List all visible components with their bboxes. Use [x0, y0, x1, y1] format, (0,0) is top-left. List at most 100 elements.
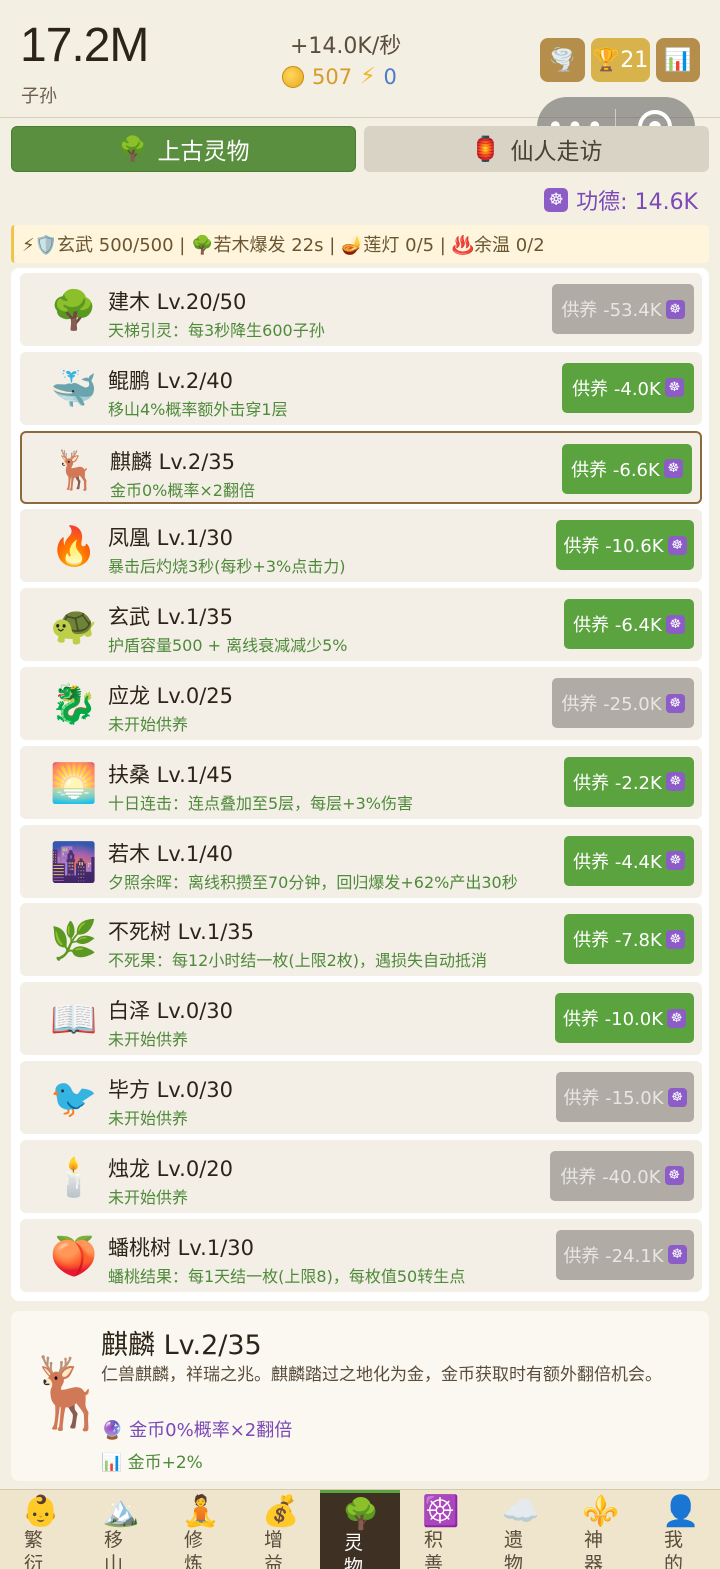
candle-icon: 🕯️: [50, 1154, 98, 1199]
spirit-row[interactable]: 🌳 建木 Lv.20/50 天梯引灵：每3秒降生600子孙 供养 -53.4K ☸: [20, 273, 702, 346]
nav-label: 繁衍: [24, 1529, 44, 1569]
offer-button[interactable]: 供养 -4.0K ☸: [562, 362, 694, 413]
offer-button[interactable]: 供养 -6.4K ☸: [564, 599, 694, 650]
offer-cost: 供养 -4.0K: [572, 378, 661, 400]
nav-item-2[interactable]: 🧘 修炼: [160, 1490, 240, 1569]
spirit-effect: 十日连击：连点叠加至5层，每层+3%伤害: [108, 793, 413, 813]
spirit-effect: 移山4%概率额外击穿1层: [108, 399, 288, 419]
offer-cost: 供养 -6.6K: [571, 459, 660, 481]
tab-immortal-visit[interactable]: 🏮 仙人走访: [364, 126, 709, 172]
spirit-row[interactable]: 🌆 若木 Lv.1/40 夕照余晖：离线积攒至70分钟，回归爆发+62%产出30秒 供…: [20, 824, 702, 898]
descendants-total: 17.2M: [20, 19, 149, 72]
spirit-effect: 护盾容量500 + 离线衰减减少5%: [108, 636, 348, 656]
nav-label: 积善: [424, 1529, 444, 1569]
tree-icon: 🌳: [342, 1497, 380, 1532]
nav-label: 遗物: [504, 1529, 524, 1569]
nav-label: 修炼: [184, 1529, 204, 1569]
nav-item-8[interactable]: 👤 我的: [640, 1490, 720, 1569]
offer-button[interactable]: 供养 -53.4K ☸: [552, 284, 694, 334]
dharma-wheel-icon: ☸: [664, 378, 684, 398]
offer-button[interactable]: 供养 -7.8K ☸: [564, 914, 694, 965]
spirit-row[interactable]: 🍑 蟠桃树 Lv.1/30 蟠桃结果：每1天结一枚(上限8)，每枚值50转生点 供养 …: [20, 1218, 702, 1292]
offer-button[interactable]: 供养 -6.6K ☸: [562, 443, 692, 494]
dharma-wheel-icon: ☸: [667, 1008, 687, 1028]
dragon-icon: 🐉: [50, 682, 98, 726]
dharma-wheel-icon: ☸: [665, 614, 685, 634]
coin-count: 507: [312, 64, 353, 89]
merit-counter: ☸ 功德: 14.6K: [544, 184, 698, 216]
nav-item-7[interactable]: ⚜️ 神器: [560, 1490, 640, 1569]
offer-cost: 供养 -10.6K: [563, 536, 664, 558]
spirit-row[interactable]: 🌅 扶桑 Lv.1/45 十日连击：连点叠加至5层，每层+3%伤害 供养 -2.2K ☸: [20, 745, 702, 819]
book-icon: 📖: [50, 997, 98, 1042]
dharma-wheel-icon: ☸: [665, 299, 685, 319]
spirit-name: 扶桑 Lv.1/45: [108, 762, 234, 787]
nav-item-0[interactable]: 👶 繁衍: [0, 1490, 80, 1569]
tab-label: 仙人走访: [510, 139, 603, 165]
fire-icon: 🔥: [50, 524, 98, 569]
spirit-effect: 不死果：每12小时结一枚(上限2枚)，遇损失自动抵消: [108, 951, 488, 971]
offer-button[interactable]: 供养 -25.0K ☸: [552, 678, 694, 728]
nav-item-6[interactable]: ☁️ 遗物: [480, 1490, 560, 1569]
spirit-row[interactable]: 🦌 麒麟 Lv.2/35 金币0%概率×2翻倍 供养 -6.6K ☸: [20, 430, 702, 504]
bar-chart-icon: 📊: [664, 47, 692, 73]
tornado-button[interactable]: 🌪️: [540, 38, 585, 82]
trophy-icon: 🏆: [592, 47, 621, 73]
trophy-button[interactable]: 🏆 21: [591, 38, 650, 82]
offer-button[interactable]: 供养 -15.0K ☸: [556, 1072, 694, 1122]
spirit-row[interactable]: 🐳 鲲鹏 Lv.2/40 移山4%概率额外击穿1层 供养 -4.0K ☸: [20, 351, 702, 425]
spirit-row[interactable]: 🕯️ 烛龙 Lv.0/20 未开始供养 供养 -40.0K ☸: [20, 1139, 702, 1213]
spirit-detail-panel: 🦌 麒麟 Lv.2/35 仁兽麒麟，祥瑞之兆。麒麟踏过之地化为金，金币获取时有额…: [11, 1311, 709, 1481]
offer-button[interactable]: 供养 -4.4K ☸: [564, 835, 694, 886]
red-bird-icon: 🐦: [50, 1076, 98, 1120]
spirit-name: 蟠桃树 Lv.1/30: [108, 1235, 255, 1260]
tab-ancient-spirits[interactable]: 🌳 上古灵物: [11, 126, 356, 172]
spirit-row[interactable]: 🐉 应龙 Lv.0/25 未开始供养 供养 -25.0K ☸: [20, 667, 702, 740]
offer-button[interactable]: 供养 -10.6K ☸: [556, 520, 694, 571]
tree-icon: 🌳: [117, 135, 148, 163]
tab-label: 上古灵物: [157, 139, 250, 165]
offer-button[interactable]: 供养 -24.1K ☸: [556, 1229, 694, 1280]
spirit-row[interactable]: 🌿 不死树 Lv.1/35 不死果：每12小时结一枚(上限2枚)，遇损失自动抵消 供养…: [20, 903, 702, 977]
spirit-effect: 未开始供养: [108, 715, 189, 734]
offer-cost: 供养 -53.4K: [561, 300, 662, 321]
offer-cost: 供养 -4.4K: [573, 851, 662, 873]
spirit-row[interactable]: 🐢 玄武 Lv.1/35 护盾容量500 + 离线衰减减少5% 供养 -6.4K ☸: [20, 588, 702, 662]
offer-button[interactable]: 供养 -2.2K ☸: [564, 756, 694, 807]
spirit-name: 应龙 Lv.0/25: [108, 684, 234, 708]
spirit-name: 毕方 Lv.0/30: [108, 1078, 234, 1102]
detail-bonus: 📊 金币+2%: [101, 1453, 203, 1473]
dharma-wheel-icon: ☸: [667, 1245, 687, 1265]
offer-cost: 供养 -7.8K: [573, 930, 662, 952]
spirit-name: 玄武 Lv.1/35: [108, 605, 234, 630]
stats-button[interactable]: 📊: [656, 38, 700, 82]
spirit-effect: 天梯引灵：每3秒降生600子孙: [108, 321, 325, 340]
dharma-wheel-icon: ☸: [665, 772, 685, 792]
spirit-name: 若木 Lv.1/40: [108, 841, 234, 866]
spirit-name: 麒麟 Lv.2/35: [110, 449, 236, 474]
sunrise-icon: 🌅: [50, 760, 98, 805]
offer-cost: 供养 -15.0K: [563, 1088, 664, 1109]
offer-cost: 供养 -24.1K: [563, 1245, 664, 1267]
spirit-effect: 蟠桃结果：每1天结一枚(上限8)，每枚值50转生点: [108, 1266, 466, 1286]
merit-label: 功德: 14.6K: [576, 190, 698, 215]
nav-item-5[interactable]: ☸️ 积善: [400, 1490, 480, 1569]
offer-button[interactable]: 供养 -10.0K ☸: [555, 993, 694, 1044]
nav-item-4[interactable]: 🌳 灵物: [320, 1490, 400, 1569]
spirit-name: 建木 Lv.20/50: [108, 290, 247, 314]
offer-button[interactable]: 供养 -40.0K ☸: [550, 1150, 694, 1201]
nav-item-3[interactable]: 💰 增益: [240, 1490, 320, 1569]
dharma-wheel-icon: ☸: [667, 1087, 687, 1107]
spirit-row[interactable]: 🔥 凤凰 Lv.1/30 暴击后灼烧3秒(每秒+3%点击力) 供养 -10.6K ☸: [20, 509, 702, 583]
nav-item-1[interactable]: 🏔️ 移山: [80, 1490, 160, 1569]
spirit-row[interactable]: 📖 白泽 Lv.0/30 未开始供养 供养 -10.0K ☸: [20, 982, 702, 1056]
detail-title: 麒麟 Lv.2/35: [101, 1330, 262, 1361]
descendants-label: 子孙: [21, 86, 57, 107]
spirit-row[interactable]: 🐦 毕方 Lv.0/30 未开始供养 供养 -15.0K ☸: [20, 1061, 702, 1134]
dharma-wheel-icon: ☸️: [422, 1494, 460, 1529]
currency-bar: 507 ⚡ 0: [282, 64, 397, 89]
spirit-effect: 暴击后灼烧3秒(每秒+3%点击力): [108, 557, 346, 577]
nav-label: 移山: [104, 1529, 124, 1569]
user-icon: 👤: [662, 1494, 700, 1529]
deer-icon: 🦌: [52, 447, 100, 492]
